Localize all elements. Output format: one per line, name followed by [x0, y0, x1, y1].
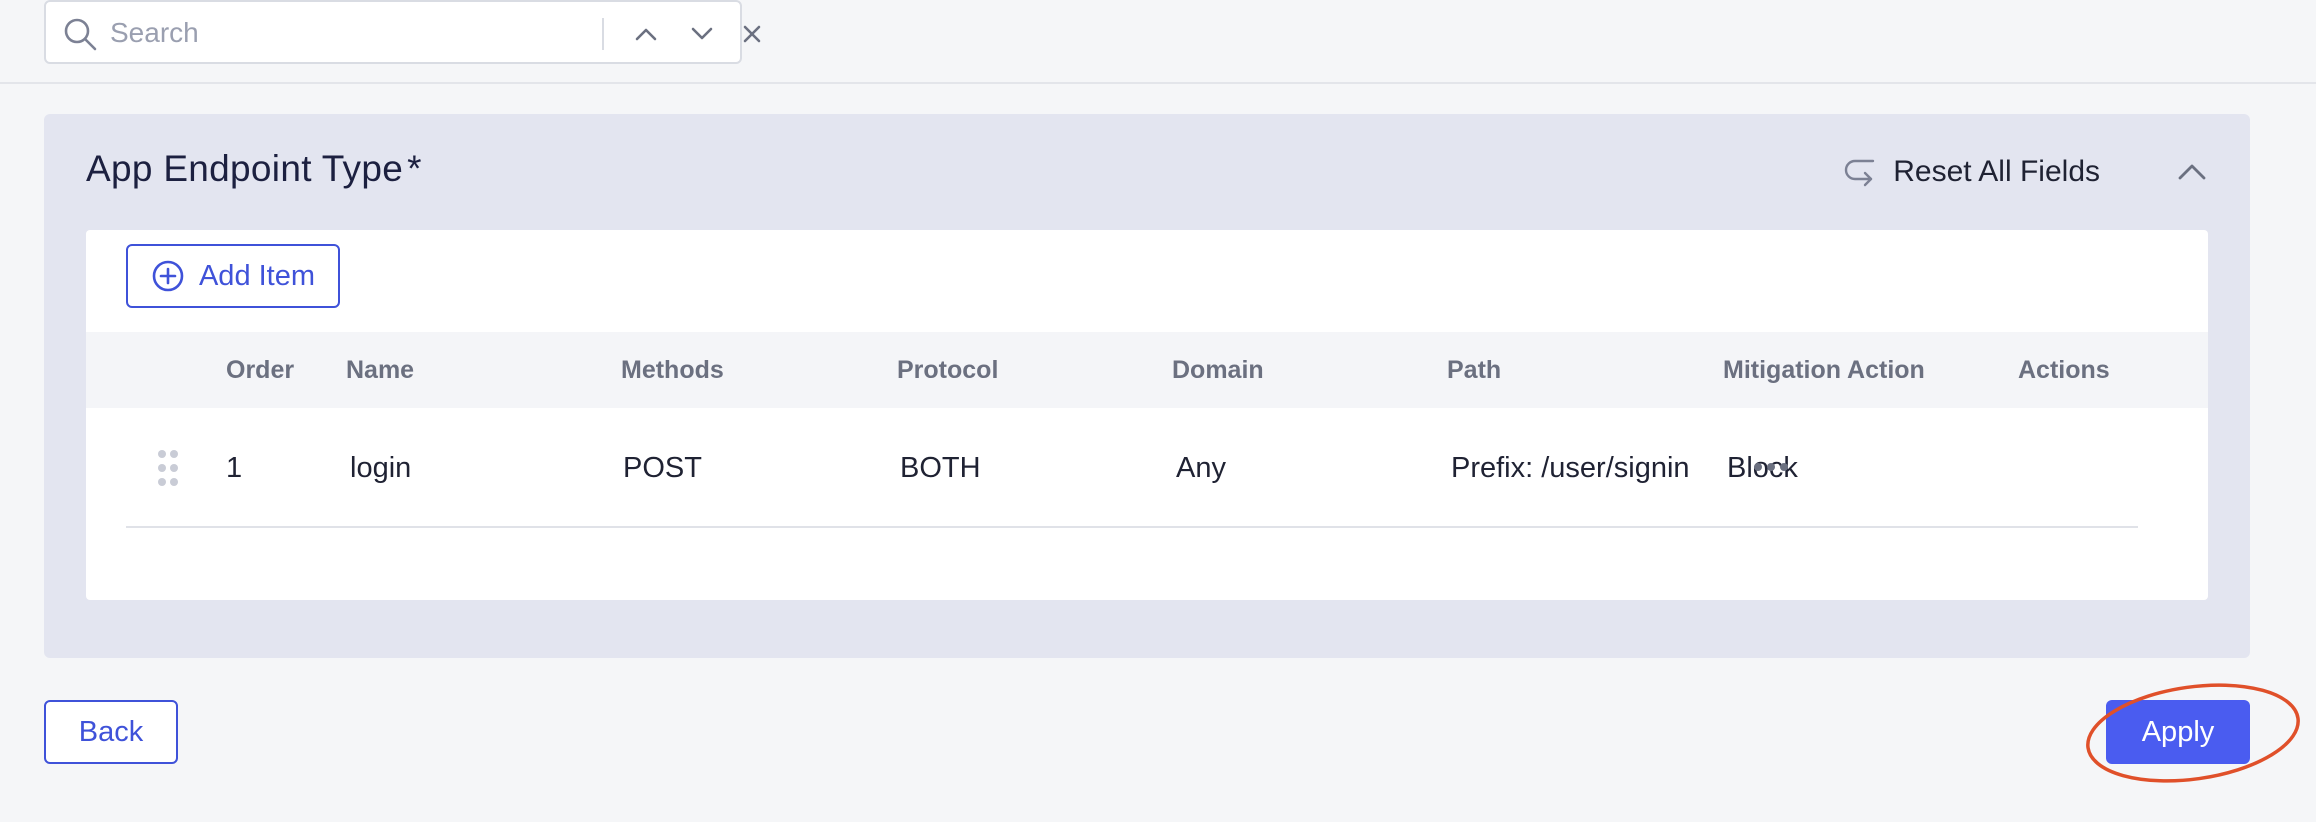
add-item-button[interactable]: Add Item [126, 244, 340, 308]
reset-all-fields-button[interactable]: Reset All Fields [1843, 150, 2100, 194]
search-icon [64, 18, 97, 51]
column-header-protocol: Protocol [897, 356, 999, 384]
row-actions-more-icon[interactable] [1748, 452, 1794, 482]
search-input[interactable] [108, 12, 588, 54]
apply-button[interactable]: Apply [2106, 700, 2250, 764]
top-toolbar [0, 0, 2316, 84]
collapse-panel-button[interactable] [2172, 152, 2212, 192]
cell-name: login [350, 452, 412, 484]
chevron-down-icon [691, 27, 713, 40]
endpoint-table-card: Add Item Order Name Methods Protocol Dom… [86, 230, 2208, 600]
table-header: Order Name Methods Protocol Domain Path … [86, 332, 2208, 408]
drag-handle-icon[interactable] [158, 450, 180, 486]
cell-protocol: BOTH [900, 452, 981, 484]
add-item-label: Add Item [198, 259, 316, 292]
search-box [44, 0, 761, 64]
column-header-actions: Actions [2018, 356, 2110, 384]
table-row[interactable]: 1 login POST BOTH Any Prefix: /user/sign… [126, 408, 2138, 528]
column-header-domain: Domain [1172, 356, 1264, 384]
close-icon [743, 25, 761, 43]
column-header-order: Order [226, 356, 295, 384]
panel-title-text: App Endpoint Type [86, 148, 404, 189]
required-marker: * [407, 148, 422, 189]
app-endpoint-type-panel: App Endpoint Type * Reset All Fields Add … [44, 114, 2250, 658]
undo-arrow-icon [1845, 159, 1875, 187]
cell-methods: POST [623, 452, 702, 484]
column-header-methods: Methods [621, 356, 724, 384]
column-header-path: Path [1447, 356, 1502, 384]
search-clear-button[interactable] [734, 16, 770, 52]
cell-path: Prefix: /user/signin [1451, 452, 1690, 484]
search-divider [602, 18, 604, 50]
search-previous-button[interactable] [628, 16, 664, 52]
chevron-up-icon [635, 28, 657, 41]
cell-domain: Any [1176, 452, 1226, 484]
back-button[interactable]: Back [44, 700, 178, 764]
plus-circle-icon [152, 260, 184, 292]
column-header-mitigation-action: Mitigation Action [1723, 356, 1925, 384]
search-next-button[interactable] [684, 16, 720, 52]
column-header-name: Name [346, 356, 415, 384]
chevron-up-icon [2178, 164, 2206, 180]
cell-order: 1 [226, 452, 243, 484]
panel-title: App Endpoint Type * [86, 148, 422, 190]
reset-all-fields-label: Reset All Fields [1893, 155, 2100, 188]
